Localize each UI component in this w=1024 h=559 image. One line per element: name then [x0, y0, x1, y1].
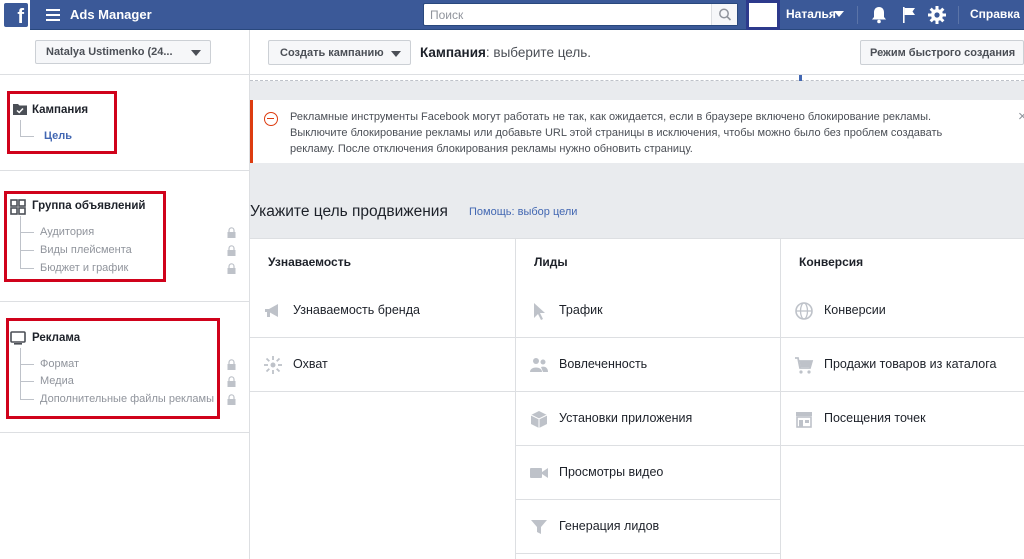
objective-engagement[interactable]: Вовлеченность: [516, 338, 780, 392]
highlight-box: [6, 318, 220, 419]
user-name[interactable]: Наталья: [786, 7, 836, 21]
top-bar: f Ads Manager Наталья Справка: [0, 0, 1024, 30]
page-title: Кампания: выберите цель.: [420, 45, 591, 60]
objective-label: Генерация лидов: [559, 519, 660, 533]
quick-creation-button[interactable]: Режим быстрого создания: [860, 40, 1024, 65]
app-title[interactable]: Ads Manager: [70, 7, 152, 22]
globe-icon: [795, 302, 813, 320]
objective-lead-generation[interactable]: Генерация лидов: [516, 500, 780, 554]
adblock-alert: Рекламные инструменты Facebook могут раб…: [250, 100, 1024, 163]
objective-label: Трафик: [559, 303, 603, 317]
goal-help-link[interactable]: Помощь: выбор цели: [469, 206, 577, 218]
objective-label: Установки приложения: [559, 411, 693, 425]
column-title: Лиды: [534, 255, 568, 269]
facebook-logo-icon[interactable]: f: [0, 0, 30, 30]
divider: [958, 6, 959, 24]
box-icon: [530, 411, 548, 428]
objective-label: Конверсии: [824, 303, 886, 317]
goal-heading: Укажите цель продвижения: [250, 203, 448, 220]
lock-icon: [227, 359, 236, 370]
objective-store-visits[interactable]: Посещения точек: [781, 392, 1024, 446]
highlight-box: [7, 91, 117, 154]
objective-label: Узнаваемость бренда: [293, 303, 420, 317]
lock-icon: [227, 263, 236, 274]
account-selector[interactable]: Natalya Ustimenko (24...: [35, 40, 211, 64]
cursor-icon: [534, 303, 545, 320]
bell-icon[interactable]: [869, 5, 889, 25]
video-camera-icon: [530, 468, 548, 478]
account-name: Natalya Ustimenko (24...: [46, 46, 173, 58]
chevron-down-icon: [191, 50, 201, 56]
search-input[interactable]: [424, 4, 709, 25]
gear-icon[interactable]: [927, 5, 947, 25]
main-content: Создать кампанию Кампания: выберите цель…: [250, 30, 1024, 559]
objective-reach[interactable]: Охват: [250, 338, 515, 392]
burst-icon: [264, 356, 282, 374]
help-link[interactable]: Справка: [970, 7, 1020, 21]
account-bar: Natalya Ustimenko (24...: [0, 30, 249, 75]
chevron-down-icon[interactable]: [834, 11, 844, 17]
page-title-bold: Кампания: [420, 45, 486, 60]
search-icon: [719, 8, 732, 21]
objective-video-views[interactable]: Просмотры видео: [516, 446, 780, 500]
progress-marker: [799, 75, 802, 81]
store-icon: [796, 412, 812, 428]
search-button[interactable]: [711, 4, 737, 25]
progress-strip: [250, 75, 1024, 81]
lock-icon: [227, 394, 236, 405]
alert-text: Рекламные инструменты Facebook могут раб…: [290, 111, 943, 155]
objective-catalog-sales[interactable]: Продажи товаров из каталога: [781, 338, 1024, 392]
column-leads: Лиды Трафик Вовлеченность Установки прил…: [516, 239, 781, 559]
create-campaign-button[interactable]: Создать кампанию: [268, 40, 411, 65]
column-awareness: Узнаваемость Узнаваемость бренда Охват: [250, 239, 516, 559]
lock-icon: [227, 227, 236, 238]
flag-icon[interactable]: [900, 5, 918, 25]
hamburger-menu-icon[interactable]: [46, 9, 60, 21]
avatar[interactable]: [746, 0, 780, 30]
objective-label: Продажи товаров из каталога: [824, 357, 997, 371]
megaphone-icon: [265, 304, 278, 317]
objective-label: Вовлеченность: [559, 357, 648, 371]
cart-icon: [795, 357, 814, 374]
page-title-rest: : выберите цель.: [485, 45, 592, 60]
column-title: Узнаваемость: [268, 255, 351, 269]
close-icon[interactable]: ×: [1018, 108, 1024, 125]
minus-circle-icon: [264, 112, 278, 126]
main-header: Создать кампанию Кампания: выберите цель…: [250, 30, 1024, 75]
objective-conversions[interactable]: Конверсии: [781, 284, 1024, 338]
column-title: Конверсия: [799, 255, 864, 269]
column-conversion: Конверсия Конверсии Продажи товаров из к…: [781, 239, 1024, 559]
objective-label: Охват: [293, 357, 328, 371]
search-box: [423, 3, 738, 26]
objective-app-installs[interactable]: Установки приложения: [516, 392, 780, 446]
chevron-down-icon: [391, 51, 401, 57]
lock-icon: [227, 245, 236, 256]
lock-icon: [227, 376, 236, 387]
objective-label: Посещения точек: [824, 411, 926, 425]
objective-brand-awareness[interactable]: Узнаваемость бренда: [250, 284, 515, 338]
objective-label: Просмотры видео: [559, 465, 664, 479]
highlight-box: [4, 191, 166, 282]
people-icon: [530, 358, 548, 372]
funnel-icon: [531, 520, 547, 534]
create-campaign-label: Создать кампанию: [280, 47, 384, 59]
divider: [857, 6, 858, 24]
objective-traffic[interactable]: Трафик: [516, 284, 780, 338]
objectives-grid: Узнаваемость Узнаваемость бренда Охват Л…: [250, 238, 1024, 559]
